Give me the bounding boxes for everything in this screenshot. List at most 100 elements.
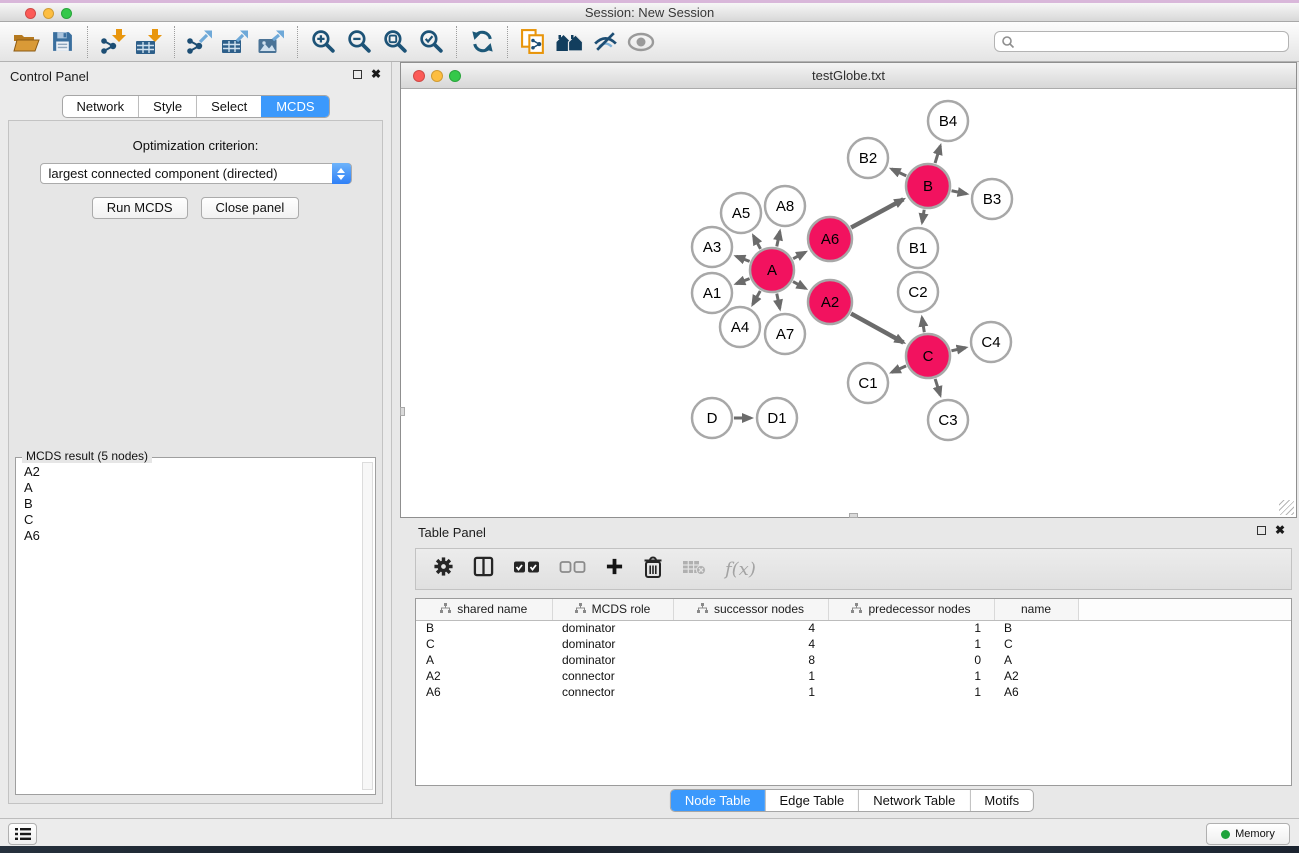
table-cell[interactable]: 4 xyxy=(673,636,828,652)
add-column-icon[interactable] xyxy=(605,557,624,581)
table-cell[interactable]: 0 xyxy=(828,652,994,668)
task-history-button[interactable] xyxy=(8,823,37,845)
graph-edge-A-A5[interactable] xyxy=(753,236,760,249)
run-mcds-button[interactable]: Run MCDS xyxy=(92,197,188,219)
table-cell[interactable]: C xyxy=(416,636,552,652)
table-row[interactable]: Adominator80A xyxy=(416,652,1291,668)
graph-edge-A2-C[interactable] xyxy=(851,314,903,343)
table-cell[interactable]: dominator xyxy=(552,636,673,652)
table-cell[interactable]: 1 xyxy=(673,684,828,700)
tab-mcds[interactable]: MCDS xyxy=(261,96,328,117)
graph-edge-A-A4[interactable] xyxy=(753,291,761,304)
zoom-selected-icon[interactable] xyxy=(413,25,449,59)
graph-node-A6[interactable]: A6 xyxy=(808,217,852,261)
table-cell[interactable]: A6 xyxy=(994,684,1078,700)
open-session-icon[interactable] xyxy=(8,25,44,59)
graph-node-B1[interactable]: B1 xyxy=(898,228,938,268)
close-panel-icon[interactable]: ✖ xyxy=(1275,525,1285,535)
search-field[interactable] xyxy=(994,31,1289,52)
table-cell[interactable]: dominator xyxy=(552,620,673,636)
column-header-successor-nodes[interactable]: successor nodes xyxy=(673,599,828,620)
close-panel-button[interactable]: Close panel xyxy=(201,197,300,219)
table-cell[interactable]: A xyxy=(416,652,552,668)
table-row[interactable]: Bdominator41B xyxy=(416,620,1291,636)
import-network-icon[interactable] xyxy=(95,25,131,59)
graph-node-B[interactable]: B xyxy=(906,164,950,208)
tab-motifs[interactable]: Motifs xyxy=(969,790,1033,811)
graph-node-A5[interactable]: A5 xyxy=(721,193,761,233)
tab-style[interactable]: Style xyxy=(138,96,196,117)
graph-node-B2[interactable]: B2 xyxy=(848,138,888,178)
close-panel-icon[interactable]: ✖ xyxy=(371,69,381,79)
table-cell[interactable]: 1 xyxy=(828,636,994,652)
result-item[interactable]: C xyxy=(24,512,357,528)
column-header-predecessor-nodes[interactable]: predecessor nodes xyxy=(828,599,994,620)
hide-graphics-details-icon[interactable] xyxy=(587,25,623,59)
graph-edge-A-A3[interactable] xyxy=(736,256,749,261)
graph-edge-A-A1[interactable] xyxy=(736,279,749,284)
graph-edge-B-B3[interactable] xyxy=(952,191,967,194)
network-graph[interactable]: AA1A2A3A4A5A6A7A8BB1B2B3B4CC1C2C3C4DD1 xyxy=(401,89,1296,517)
table-cell[interactable]: connector xyxy=(552,668,673,684)
table-cell[interactable]: C xyxy=(994,636,1078,652)
refresh-layout-icon[interactable] xyxy=(464,25,500,59)
graph-edge-A-A6[interactable] xyxy=(793,252,805,258)
export-image-icon[interactable] xyxy=(254,25,290,59)
graph-node-C3[interactable]: C3 xyxy=(928,400,968,440)
result-scrollbar[interactable] xyxy=(362,462,373,790)
criterion-select[interactable]: largest connected component (directed) xyxy=(40,163,352,184)
graph-edge-C-C4[interactable] xyxy=(951,348,965,351)
graph-edge-C-C1[interactable] xyxy=(892,366,906,372)
column-header-name[interactable]: name xyxy=(994,599,1078,620)
graph-edge-B-B1[interactable] xyxy=(922,210,924,223)
graph-node-C[interactable]: C xyxy=(906,334,950,378)
column-header-mcds-role[interactable]: MCDS role xyxy=(552,599,673,620)
graph-node-A3[interactable]: A3 xyxy=(692,227,732,267)
result-item[interactable]: A2 xyxy=(24,464,357,480)
network-window-titlebar[interactable]: testGlobe.txt xyxy=(401,63,1296,89)
float-panel-icon[interactable] xyxy=(1257,526,1266,535)
table-cell[interactable]: dominator xyxy=(552,652,673,668)
result-item[interactable]: A xyxy=(24,480,357,496)
result-item[interactable]: B xyxy=(24,496,357,512)
graph-node-D[interactable]: D xyxy=(692,398,732,438)
graph-edge-C-C3[interactable] xyxy=(935,379,940,395)
graph-node-B4[interactable]: B4 xyxy=(928,101,968,141)
duplicate-network-icon[interactable] xyxy=(515,25,551,59)
table-cell[interactable]: B xyxy=(994,620,1078,636)
table-cell[interactable]: 1 xyxy=(828,668,994,684)
tab-network-table[interactable]: Network Table xyxy=(858,790,969,811)
table-cell[interactable]: B xyxy=(416,620,552,636)
node-table[interactable]: shared nameMCDS rolesuccessor nodesprede… xyxy=(415,598,1292,786)
import-table-icon[interactable] xyxy=(131,25,167,59)
graph-node-C1[interactable]: C1 xyxy=(848,363,888,403)
table-cell[interactable]: 1 xyxy=(673,668,828,684)
graph-node-A4[interactable]: A4 xyxy=(720,307,760,347)
result-item[interactable]: A6 xyxy=(24,528,357,544)
column-header-shared-name[interactable]: shared name xyxy=(416,599,552,620)
tab-node-table[interactable]: Node Table xyxy=(671,790,765,811)
mcds-result-list[interactable]: A2ABCA6 xyxy=(20,464,357,790)
table-settings-icon[interactable] xyxy=(433,556,454,582)
export-network-icon[interactable] xyxy=(182,25,218,59)
export-table-icon[interactable] xyxy=(218,25,254,59)
graph-edge-A-A8[interactable] xyxy=(777,231,780,246)
graph-node-C2[interactable]: C2 xyxy=(898,272,938,312)
show-columns-icon[interactable] xyxy=(473,556,494,582)
resize-grip[interactable] xyxy=(1279,500,1294,515)
save-session-icon[interactable] xyxy=(44,25,80,59)
zoom-fit-icon[interactable] xyxy=(377,25,413,59)
deselect-all-icon[interactable] xyxy=(559,560,586,579)
table-cell[interactable]: 1 xyxy=(828,684,994,700)
graph-edge-A-A2[interactable] xyxy=(793,282,805,289)
table-cell[interactable]: A6 xyxy=(416,684,552,700)
table-row[interactable]: A2connector11A2 xyxy=(416,668,1291,684)
table-cell[interactable]: A2 xyxy=(416,668,552,684)
float-panel-icon[interactable] xyxy=(353,70,362,79)
zoom-in-icon[interactable] xyxy=(305,25,341,59)
graph-node-A[interactable]: A xyxy=(750,248,794,292)
first-neighbors-icon[interactable] xyxy=(551,25,587,59)
table-cell[interactable]: 1 xyxy=(828,620,994,636)
graph-node-C4[interactable]: C4 xyxy=(971,322,1011,362)
graph-node-B3[interactable]: B3 xyxy=(972,179,1012,219)
